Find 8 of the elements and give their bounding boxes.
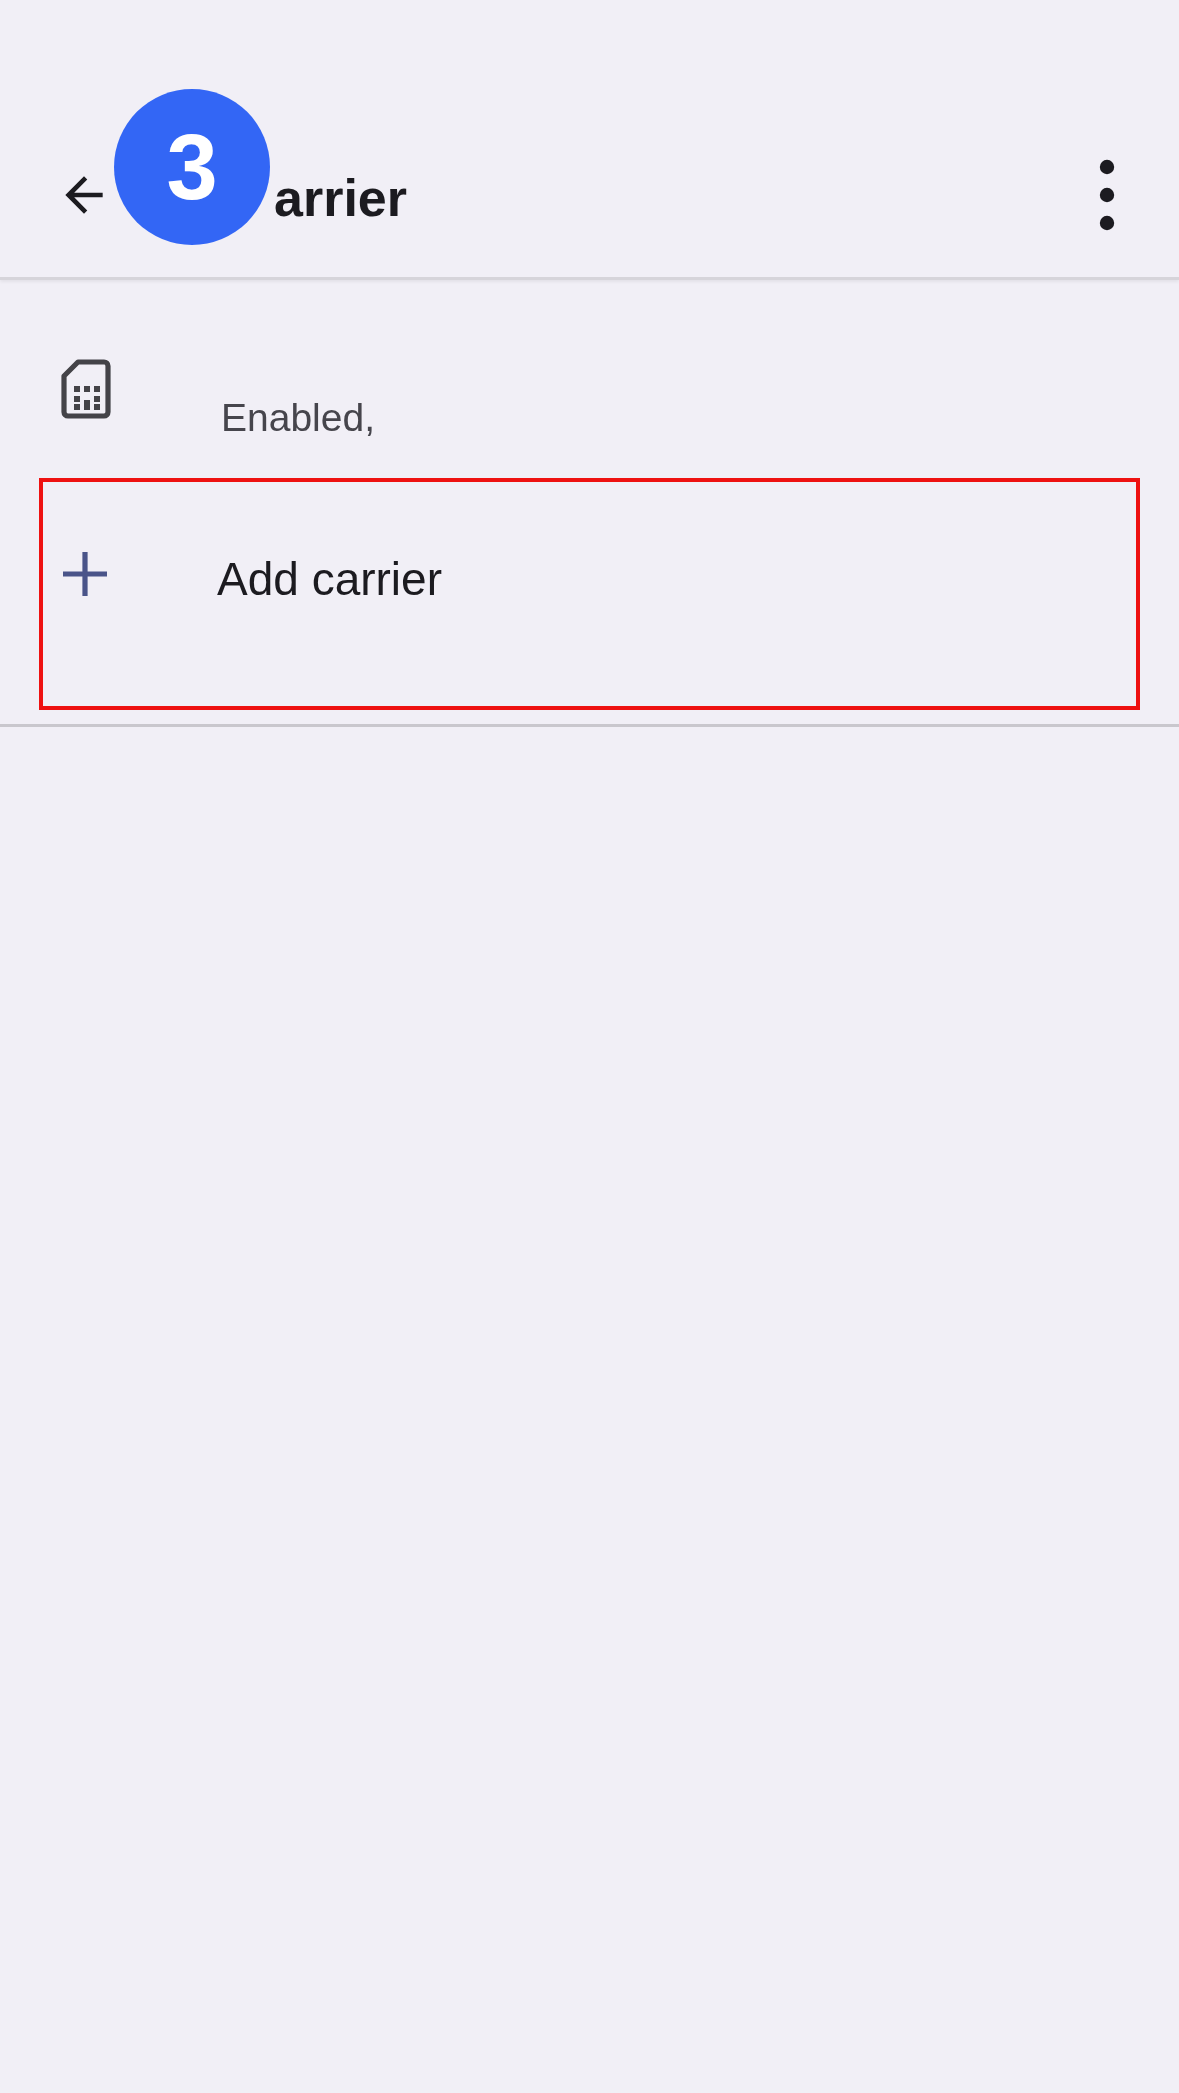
item-summary: Enabled, [221,396,375,440]
step-badge: 3 [114,89,270,245]
carrier-item[interactable]: Enabled, [0,280,1179,478]
sim-card-icon [60,358,112,420]
plus-icon [63,552,107,596]
item-title: Add carrier [217,552,442,606]
add-carrier-item[interactable]: Add carrier [39,478,1140,710]
screen-title: arrier [274,167,407,228]
